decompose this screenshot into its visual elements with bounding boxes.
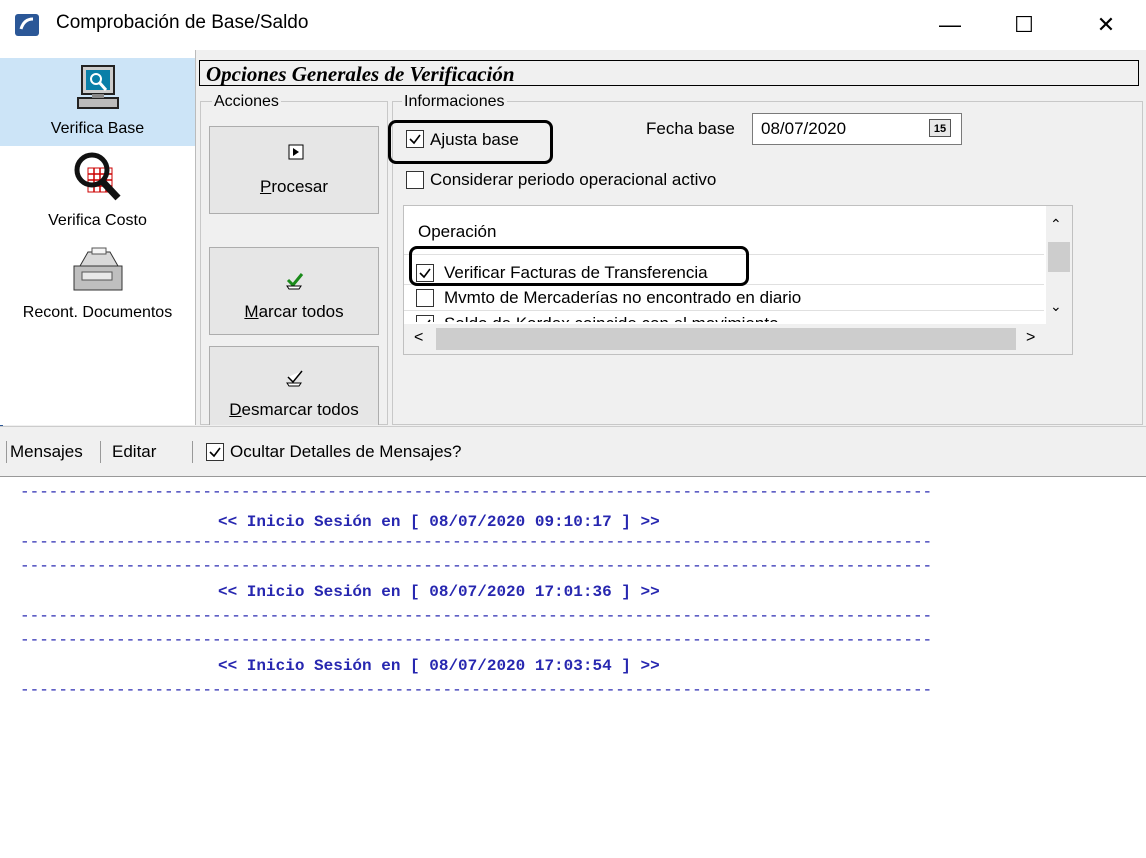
ajusta-base-label: Ajusta base [430, 130, 519, 149]
separator-line: ----------------------------------------… [20, 681, 933, 699]
scroll-left-icon[interactable]: < [414, 329, 423, 347]
ajusta-base-checkbox[interactable] [406, 130, 424, 148]
marcar-todos-button[interactable]: Marcar todos [209, 247, 379, 335]
close-button[interactable]: ✕ [1068, 0, 1144, 50]
calendar-icon[interactable]: 15 [929, 119, 951, 137]
checkmark-icon [209, 447, 221, 458]
ocultar-detalles-label: Ocultar Detalles de Mensajes? [230, 442, 462, 461]
operacion-label: Mvmto de Mercaderías no encontrado en di… [444, 288, 802, 307]
messages-toolbar: Mensajes Editar Ocultar Detalles de Mens… [0, 426, 1146, 477]
sidebar-item-recont-documentos[interactable]: Recont. Documentos [0, 240, 195, 330]
session-line: << Inicio Sesión en [ 08/07/2020 09:10:1… [218, 513, 660, 531]
acciones-label: Acciones [212, 93, 281, 111]
scroll-up-icon[interactable]: ⌃ [1050, 216, 1062, 233]
separator-line: ----------------------------------------… [20, 533, 933, 551]
title-bar: Comprobación de Base/Saldo — ☐ ✕ [0, 0, 1146, 50]
separator-line: ----------------------------------------… [20, 483, 933, 501]
separator [192, 441, 193, 463]
considerar-label: Considerar periodo operacional activo [430, 170, 717, 189]
verificar-facturas-highlight [409, 246, 749, 286]
ocultar-detalles-checkbox[interactable] [206, 443, 224, 461]
checkmark-icon [409, 134, 421, 145]
separator-line: ----------------------------------------… [20, 607, 933, 625]
list-item[interactable]: Saldo de Kardex coincide con el movimien… [412, 312, 1042, 322]
separator-line: ----------------------------------------… [20, 631, 933, 649]
vertical-scrollbar[interactable]: ⌃ ⌄ [1046, 206, 1072, 324]
mensajes-menu[interactable]: Mensajes [10, 442, 83, 462]
separator [6, 441, 7, 463]
session-line: << Inicio Sesión en [ 08/07/2020 17:01:3… [218, 583, 660, 601]
operacion-checkbox[interactable] [416, 315, 434, 322]
check-mark-icon [286, 273, 304, 290]
messages-pane[interactable]: ----------------------------------------… [0, 476, 1146, 858]
maximize-button[interactable]: ☐ [986, 0, 1062, 50]
operacion-label: Saldo de Kardex coincide con el movimien… [444, 314, 779, 322]
cash-register-icon [73, 247, 123, 291]
section-title: Opciones Generales de Verificación [199, 60, 1139, 86]
procesar-button[interactable]: Procesar [209, 126, 379, 214]
sidebar-item-verifica-costo[interactable]: Verifica Costo [0, 146, 195, 236]
fecha-base-label: Fecha base [646, 119, 735, 138]
scroll-thumb[interactable] [1048, 242, 1070, 272]
scroll-right-icon[interactable]: > [1026, 329, 1035, 347]
operacion-checkbox[interactable] [416, 289, 434, 307]
sidebar-item-label: Recont. Documentos [22, 304, 173, 321]
sidebar-item-label: Verifica Costo [48, 212, 147, 229]
checkmark-icon [427, 319, 431, 322]
session-line: << Inicio Sesión en [ 08/07/2020 17:03:5… [218, 657, 660, 675]
considerar-checkbox[interactable] [406, 171, 424, 189]
desmarcar-todos-label: Desmarcar todos [229, 400, 359, 419]
informaciones-label: Informaciones [402, 93, 507, 111]
computer-icon [77, 65, 119, 109]
separator-line: ----------------------------------------… [20, 557, 933, 575]
minimize-button[interactable]: — [912, 0, 988, 50]
uncheck-mark-icon [286, 370, 303, 387]
procesar-label: Procesar [259, 177, 329, 196]
sidebar-item-label: Verifica Base [50, 120, 145, 137]
editar-menu[interactable]: Editar [112, 442, 156, 462]
scroll-thumb-horizontal[interactable] [436, 328, 1016, 350]
sidebar-item-verifica-base[interactable]: Verifica Base [0, 58, 195, 146]
list-item[interactable]: Mvmto de Mercaderías no encontrado en di… [412, 286, 1042, 308]
sidebar: Verifica Base Verifica Costo Recont. Doc… [0, 50, 196, 425]
magnifier-grid-icon [74, 152, 121, 201]
operacion-header: Operación [418, 222, 497, 241]
play-icon [288, 144, 304, 160]
window-title: Comprobación de Base/Saldo [56, 12, 309, 33]
app-icon [14, 13, 40, 37]
marcar-todos-label: Marcar todos [244, 302, 344, 321]
separator [100, 441, 101, 463]
desmarcar-todos-button[interactable]: Desmarcar todos [209, 346, 379, 425]
fecha-base-value: 08/07/2020 [761, 119, 847, 138]
fecha-base-field[interactable]: 08/07/2020 15 [752, 113, 962, 145]
scroll-down-icon[interactable]: ⌄ [1050, 298, 1062, 315]
horizontal-scrollbar[interactable]: < > [404, 324, 1072, 354]
divider [404, 310, 1044, 311]
